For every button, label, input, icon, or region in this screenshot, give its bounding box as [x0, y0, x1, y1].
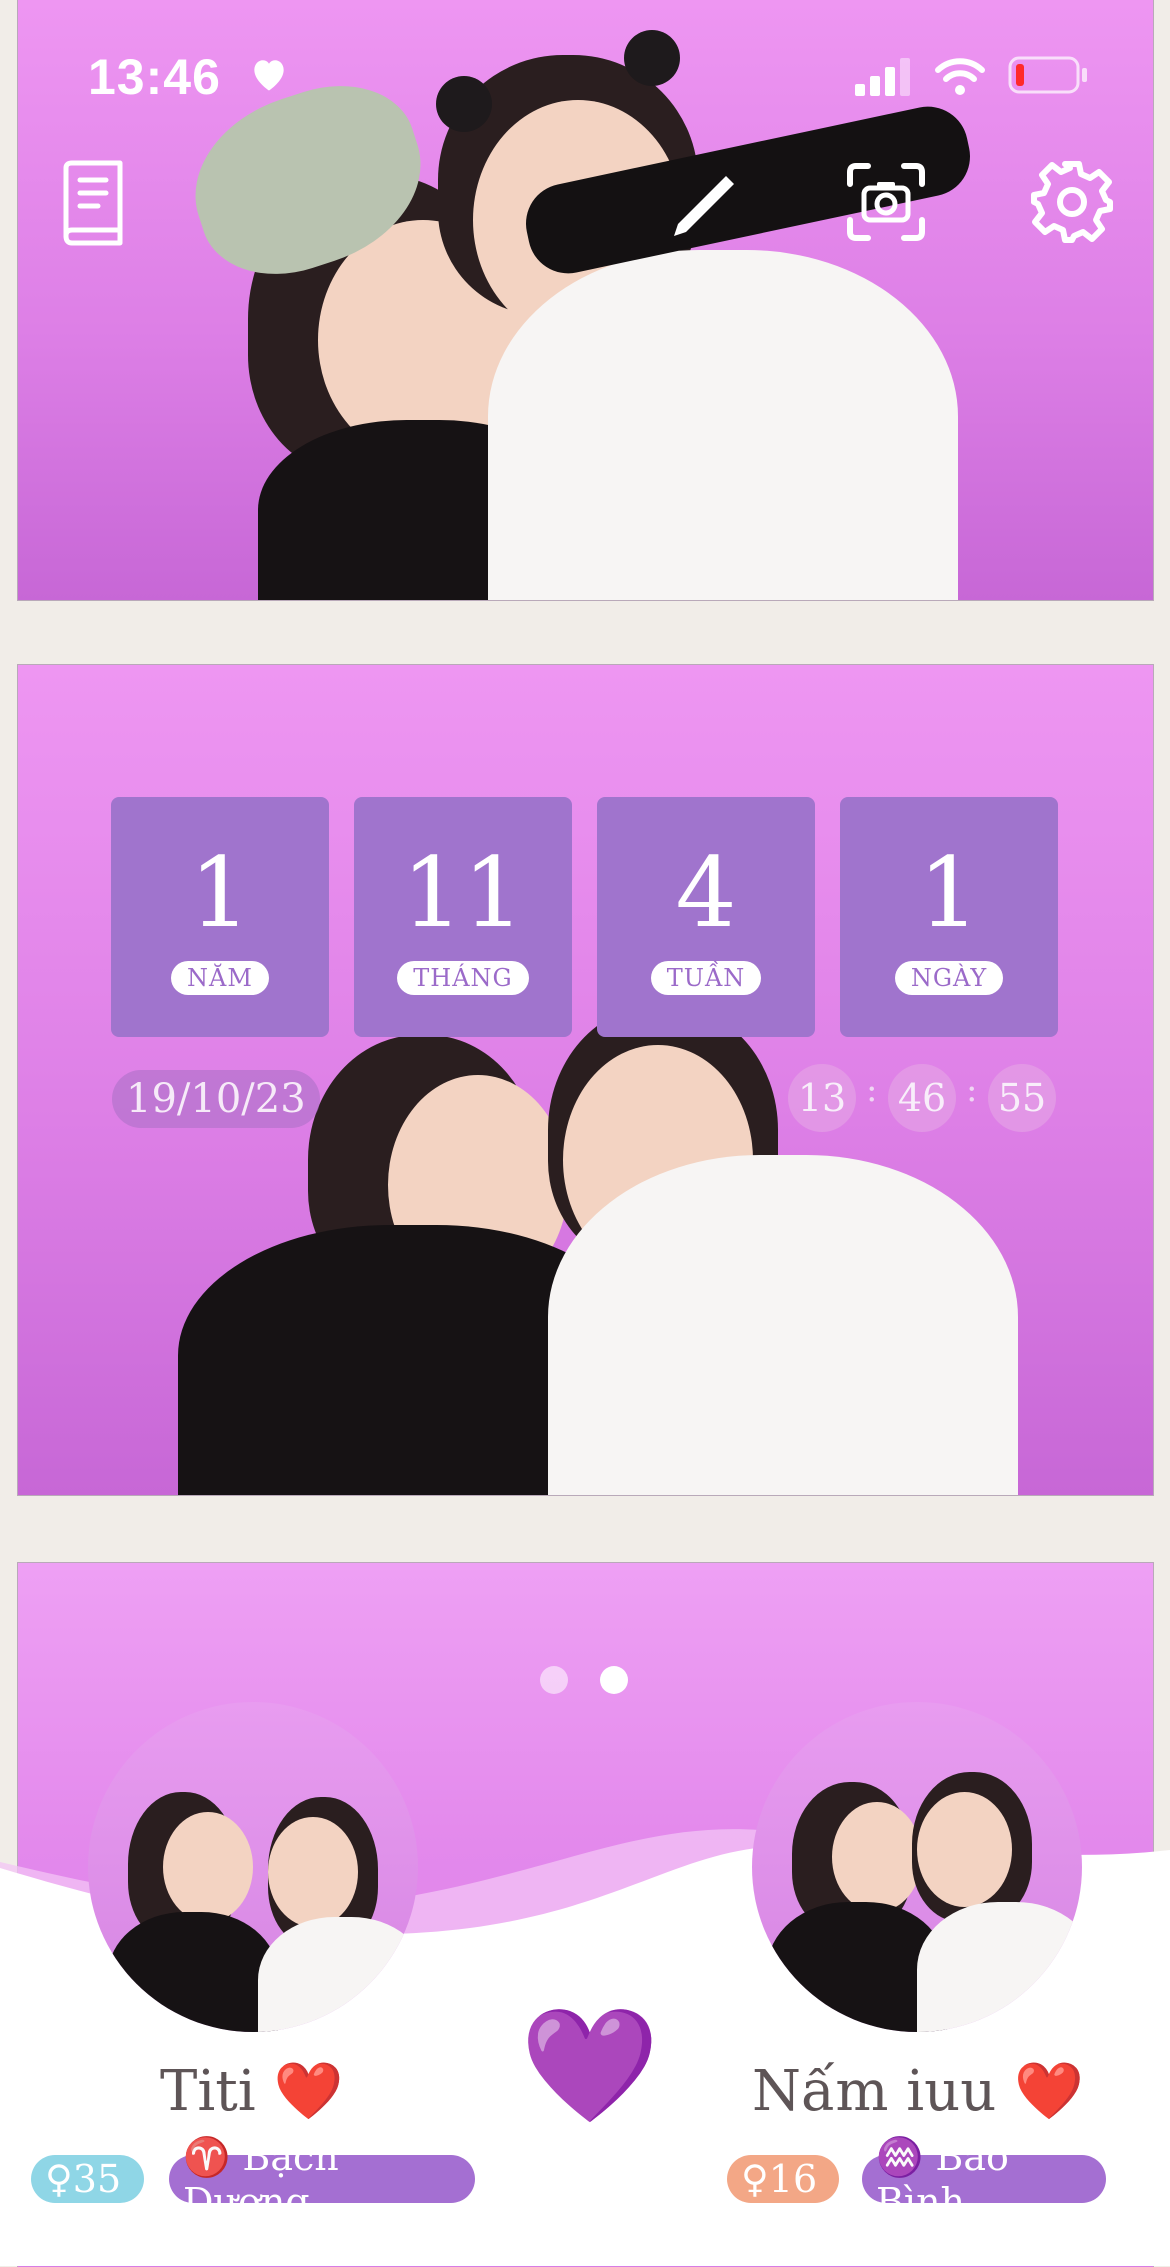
- months-value: 11: [401, 837, 525, 949]
- partner-left-zodiac-badge: ♈ Bạch Dương: [169, 2135, 475, 2224]
- months-label: THÁNG: [397, 961, 529, 995]
- counter-tile-years: 1 NĂM: [111, 797, 329, 1037]
- clock-seconds: 55: [988, 1064, 1056, 1132]
- heart-icon: [254, 60, 284, 91]
- days-value: 1: [918, 837, 980, 949]
- clock-separator: :: [866, 1070, 878, 1110]
- years-label: NĂM: [171, 961, 269, 995]
- partner-right-name: Nấm iuu ❤️: [752, 2059, 1084, 2124]
- camera-frame-icon[interactable]: [846, 162, 926, 242]
- counter-tile-days: 1 NGÀY: [840, 797, 1058, 1037]
- avatar-right[interactable]: [752, 1702, 1082, 2032]
- partner-right-zodiac-badge: ♒ Bảo Bình: [862, 2135, 1106, 2224]
- weeks-value: 4: [675, 837, 737, 949]
- battery-low-icon: [1008, 56, 1087, 94]
- purple-heart-icon[interactable]: 💜: [520, 2010, 659, 2122]
- counter-tile-weeks: 4 TUẦN: [597, 797, 815, 1037]
- gear-icon[interactable]: [1030, 160, 1114, 244]
- wifi-icon: [935, 58, 985, 95]
- weeks-label: TUẦN: [650, 961, 762, 995]
- book-icon[interactable]: [56, 160, 126, 246]
- carousel-dot-1[interactable]: [540, 1666, 568, 1694]
- partner-left-name: Titi ❤️: [160, 2059, 344, 2124]
- pen-icon[interactable]: [668, 170, 740, 242]
- avatar-left[interactable]: [88, 1702, 418, 2032]
- days-label: NGÀY: [894, 961, 1004, 995]
- partner-right-age-badge: ♀16: [727, 2155, 839, 2203]
- clock-minutes: 46: [888, 1064, 956, 1132]
- cellular-signal-icon: [855, 58, 910, 96]
- status-time: 13:46: [88, 49, 221, 105]
- clock-separator: :: [966, 1070, 978, 1110]
- partner-left-age-badge: ♀35: [31, 2155, 144, 2203]
- clock-hours: 13: [788, 1064, 856, 1132]
- counter-tile-months: 11 THÁNG: [354, 797, 572, 1037]
- start-date: 19/10/23: [112, 1070, 320, 1128]
- carousel-dot-2-active[interactable]: [600, 1666, 628, 1694]
- years-value: 1: [189, 837, 251, 949]
